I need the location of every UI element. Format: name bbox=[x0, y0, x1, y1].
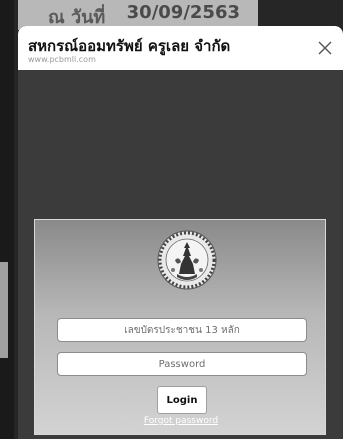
forgot-password-link[interactable]: Forgot password bbox=[35, 416, 327, 426]
popup-body: Login Forgot password bbox=[18, 70, 343, 439]
login-popup: สหกรณ์ออมทรัพย์ ครูเลย จำกัด www.pcbmli.… bbox=[18, 26, 343, 439]
citizen-id-input[interactable] bbox=[57, 318, 307, 342]
login-button[interactable]: Login bbox=[157, 386, 207, 414]
login-panel: Login Forgot password bbox=[34, 219, 326, 435]
close-icon bbox=[318, 41, 332, 55]
close-button[interactable] bbox=[315, 38, 335, 58]
background-left-edge bbox=[0, 0, 14, 439]
cooperative-seal-logo bbox=[157, 230, 217, 290]
background-date-value: 30/09/2563 bbox=[126, 2, 240, 23]
background-side-tab bbox=[0, 262, 8, 358]
popup-header: สหกรณ์ออมทรัพย์ ครูเลย จำกัด www.pcbmli.… bbox=[18, 26, 343, 70]
popup-url: www.pcbmli.com bbox=[28, 55, 96, 64]
password-input[interactable] bbox=[57, 352, 307, 376]
